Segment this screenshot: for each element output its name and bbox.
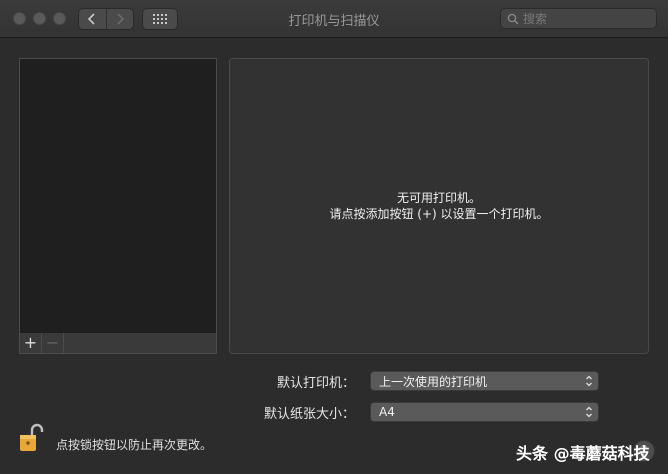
titlebar: 打印机与扫描仪: [0, 0, 668, 38]
add-printer-hint: 请点按添加按钮 (+) 以设置一个打印机。: [329, 207, 549, 221]
unlocked-padlock-icon[interactable]: [19, 423, 45, 453]
printer-list-toolbar: + −: [19, 333, 217, 354]
window: 打印机与扫描仪 + − 无可用打印机。 请点按添加按钮 (+) 以设置一个打印机…: [0, 0, 668, 474]
printer-detail-panel: 无可用打印机。 请点按添加按钮 (+) 以设置一个打印机。: [229, 58, 649, 354]
search-icon: [507, 13, 519, 24]
watermark: 头条 @毒蘑菇科技: [516, 444, 650, 463]
remove-printer-button[interactable]: −: [42, 333, 64, 353]
lock-hint-text: 点按锁按钮以防止再次更改。: [56, 438, 213, 452]
default-paper-size-label: 默认纸张大小：: [263, 407, 355, 422]
search-input[interactable]: [523, 11, 653, 26]
default-printer-select[interactable]: 上一次使用的打印机: [370, 371, 599, 391]
printer-list[interactable]: [19, 58, 217, 334]
default-paper-size-select[interactable]: A4: [370, 402, 599, 422]
default-printer-value: 上一次使用的打印机: [379, 374, 488, 389]
updown-chevron-icon: [586, 375, 592, 387]
updown-chevron-icon: [586, 406, 592, 418]
no-printer-message: 无可用打印机。: [396, 191, 481, 205]
default-paper-size-value: A4: [379, 405, 395, 419]
search-field[interactable]: [500, 8, 657, 29]
add-printer-button[interactable]: +: [20, 333, 42, 353]
default-printer-label: 默认打印机：: [276, 376, 355, 391]
